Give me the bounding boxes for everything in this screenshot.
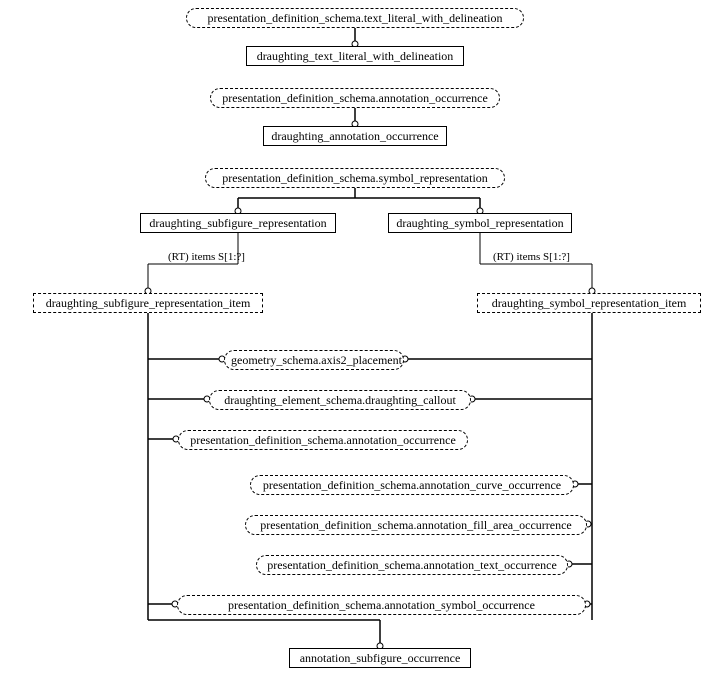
node-draughting-annotation-occurrence[interactable]: draughting_annotation_occurrence	[263, 126, 447, 146]
edge-label-rt-items-left: (RT) items S[1:?]	[168, 251, 245, 263]
node-annotation-subfigure-occurrence[interactable]: annotation_subfigure_occurrence	[289, 648, 471, 668]
diagram-canvas: presentation_definition_schema.text_lite…	[0, 0, 713, 694]
node-draughting-symbol-representation[interactable]: draughting_symbol_representation	[388, 213, 572, 233]
node-annotation-symbol-occurrence[interactable]: presentation_definition_schema.annotatio…	[177, 595, 586, 615]
edge-label-rt-items-right: (RT) items S[1:?]	[493, 251, 570, 263]
node-draughting-symbol-representation-item[interactable]: draughting_symbol_representation_item	[477, 293, 701, 313]
node-draughting-subfigure-representation[interactable]: draughting_subfigure_representation	[140, 213, 336, 233]
node-annotation-text-occurrence[interactable]: presentation_definition_schema.annotatio…	[256, 555, 568, 575]
node-annotation-occurrence-schema[interactable]: presentation_definition_schema.annotatio…	[210, 88, 500, 108]
node-draughting-subfigure-representation-item[interactable]: draughting_subfigure_representation_item	[33, 293, 263, 313]
node-geometry-axis2-placement[interactable]: geometry_schema.axis2_placement	[224, 350, 404, 370]
node-annotation-curve-occurrence[interactable]: presentation_definition_schema.annotatio…	[250, 475, 574, 495]
node-text-literal-with-delineation-schema[interactable]: presentation_definition_schema.text_lite…	[186, 8, 524, 28]
node-draughting-text-literal-with-delineation[interactable]: draughting_text_literal_with_delineation	[246, 46, 464, 66]
node-draughting-callout[interactable]: draughting_element_schema.draughting_cal…	[209, 390, 471, 410]
node-annotation-fill-area-occurrence[interactable]: presentation_definition_schema.annotatio…	[245, 515, 587, 535]
node-annotation-occurrence-2[interactable]: presentation_definition_schema.annotatio…	[178, 430, 468, 450]
node-symbol-representation-schema[interactable]: presentation_definition_schema.symbol_re…	[205, 168, 505, 188]
